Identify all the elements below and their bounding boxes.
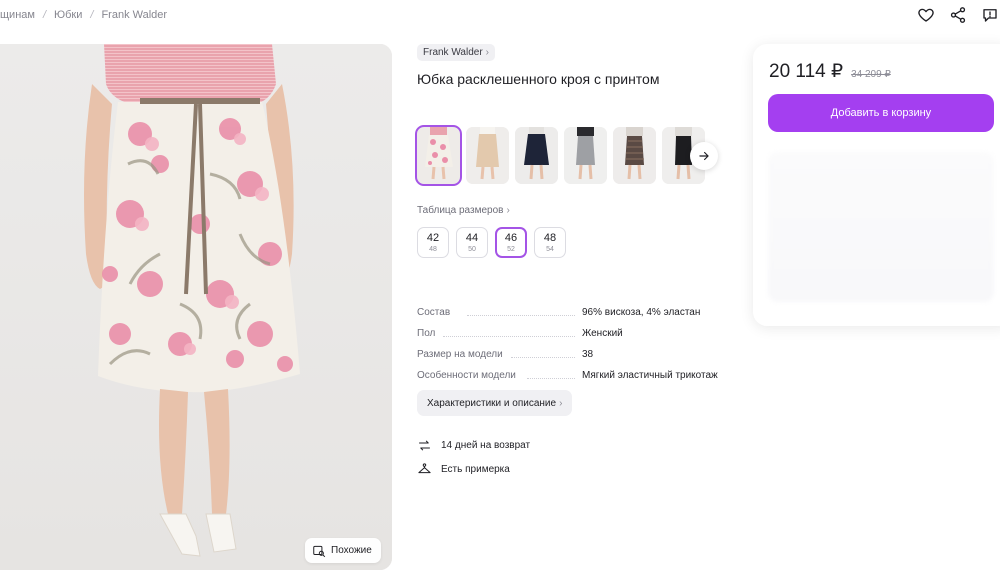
spec-list: Состав 96% вискоза, 4% эластан Пол Женск…	[417, 302, 737, 386]
brand-chip[interactable]: Frank Walder ›	[417, 44, 495, 61]
spec-value: 96% вискоза, 4% эластан	[582, 307, 701, 318]
size-sub: 50	[468, 245, 476, 253]
info-row-fitting: Есть примерка	[417, 457, 530, 481]
delivery-info: 14 дней на возврат Есть примерка	[417, 433, 530, 481]
size-sub: 48	[429, 245, 437, 253]
thumbnail-strip	[415, 125, 705, 186]
share-icon[interactable]	[948, 5, 968, 25]
size-option[interactable]: 48 54	[534, 227, 566, 258]
header-actions	[916, 5, 1000, 25]
product-photo[interactable]	[0, 44, 392, 570]
arrow-right-icon	[699, 151, 709, 161]
thumbnail[interactable]	[415, 125, 462, 186]
brand-name: Frank Walder	[423, 47, 483, 58]
breadcrumb-item[interactable]: щинам	[0, 9, 35, 21]
add-to-cart-button[interactable]: Добавить в корзину	[768, 94, 994, 132]
spec-value: 38	[582, 349, 594, 360]
size-main: 44	[465, 231, 479, 244]
heart-icon[interactable]	[916, 5, 936, 25]
thumbnail[interactable]	[613, 127, 656, 184]
size-sub: 54	[546, 245, 554, 253]
thumbnail[interactable]	[564, 127, 607, 184]
size-table-link[interactable]: Таблица размеров ›	[417, 205, 510, 216]
product-title: Юбка расклешенного кроя с принтом	[417, 71, 660, 87]
image-search-icon	[313, 545, 326, 557]
spec-row: Размер на модели 38	[417, 344, 737, 365]
characteristics-label: Характеристики и описание	[427, 397, 557, 409]
spec-row: Особенности модели Мягкий эластичный три…	[417, 365, 737, 386]
info-row-return: 14 дней на возврат	[417, 433, 530, 457]
spec-key: Пол	[417, 328, 436, 339]
current-price: 20 114 ₽	[769, 61, 844, 82]
chat-icon[interactable]	[980, 5, 1000, 25]
return-arrows-icon	[419, 440, 430, 450]
buy-card: 20 114 ₽ 34 209 ₽ Добавить в корзину	[753, 44, 1000, 326]
size-sub: 52	[507, 245, 515, 253]
price-block: 20 114 ₽ 34 209 ₽	[769, 60, 891, 83]
spec-leader	[443, 336, 575, 337]
spec-row: Состав 96% вискоза, 4% эластан	[417, 302, 737, 323]
info-text: Есть примерка	[441, 463, 510, 475]
breadcrumb: щинам / Юбки / Frank Walder	[0, 8, 167, 22]
size-option-selected[interactable]: 46 52	[495, 227, 527, 258]
thumbnails-next-button[interactable]	[690, 142, 718, 170]
spec-key: Размер на модели	[417, 349, 503, 360]
spec-key: Состав	[417, 307, 451, 318]
spec-leader	[527, 378, 575, 379]
blurred-placeholder	[768, 152, 994, 302]
info-text: 14 дней на возврат	[441, 439, 531, 451]
spec-value: Мягкий эластичный трикотаж	[582, 370, 718, 381]
size-main: 42	[426, 231, 440, 244]
chevron-right-icon: ›	[485, 47, 489, 58]
breadcrumb-separator: /	[90, 9, 94, 21]
size-option[interactable]: 44 50	[456, 227, 488, 258]
similar-button-label: Похожие	[331, 545, 372, 556]
characteristics-button[interactable]: Характеристики и описание ›	[417, 390, 573, 416]
spec-value: Женский	[582, 328, 623, 339]
thumbnail[interactable]	[466, 127, 509, 184]
spec-leader	[511, 357, 575, 358]
product-photo-illustration	[0, 44, 392, 570]
thumbnail[interactable]	[515, 127, 558, 184]
spec-row: Пол Женский	[417, 323, 737, 344]
size-selector: 42 48 44 50 46 52 48 54	[417, 227, 566, 258]
breadcrumb-separator: /	[42, 9, 47, 21]
similar-button[interactable]: Похожие	[305, 538, 381, 563]
chevron-right-icon: ›	[506, 205, 510, 216]
old-price: 34 209 ₽	[851, 69, 891, 80]
hanger-icon	[418, 462, 431, 473]
size-table-label: Таблица размеров	[417, 205, 504, 216]
spec-key: Особенности модели	[417, 370, 516, 381]
size-main: 48	[543, 231, 557, 244]
breadcrumb-item[interactable]: Frank Walder	[101, 9, 167, 21]
breadcrumb-item[interactable]: Юбки	[54, 9, 82, 21]
chevron-right-icon: ›	[559, 397, 563, 409]
size-option[interactable]: 42 48	[417, 227, 449, 258]
spec-leader	[467, 315, 575, 316]
size-main: 46	[504, 231, 518, 244]
